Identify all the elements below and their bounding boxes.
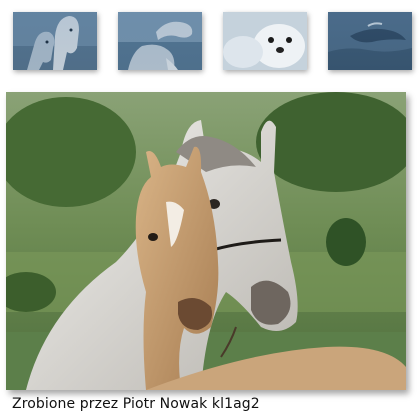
author-caption: Zrobione przez Piotr Nowak kl1ag2 — [12, 396, 260, 412]
horses-thumbnail-icon — [13, 12, 97, 70]
thumbnail-horses[interactable] — [13, 12, 97, 70]
thumbnail-strip — [0, 0, 420, 80]
thumbnail-seal[interactable] — [223, 12, 307, 70]
thumbnail-dolphin[interactable] — [118, 12, 202, 70]
horses-photo — [6, 92, 406, 390]
main-photo — [6, 92, 406, 390]
thumbnail-whale[interactable] — [328, 12, 412, 70]
whale-thumbnail-icon — [328, 12, 412, 70]
dolphin-thumbnail-icon — [118, 12, 202, 70]
seal-pup-thumbnail-icon — [223, 12, 307, 70]
